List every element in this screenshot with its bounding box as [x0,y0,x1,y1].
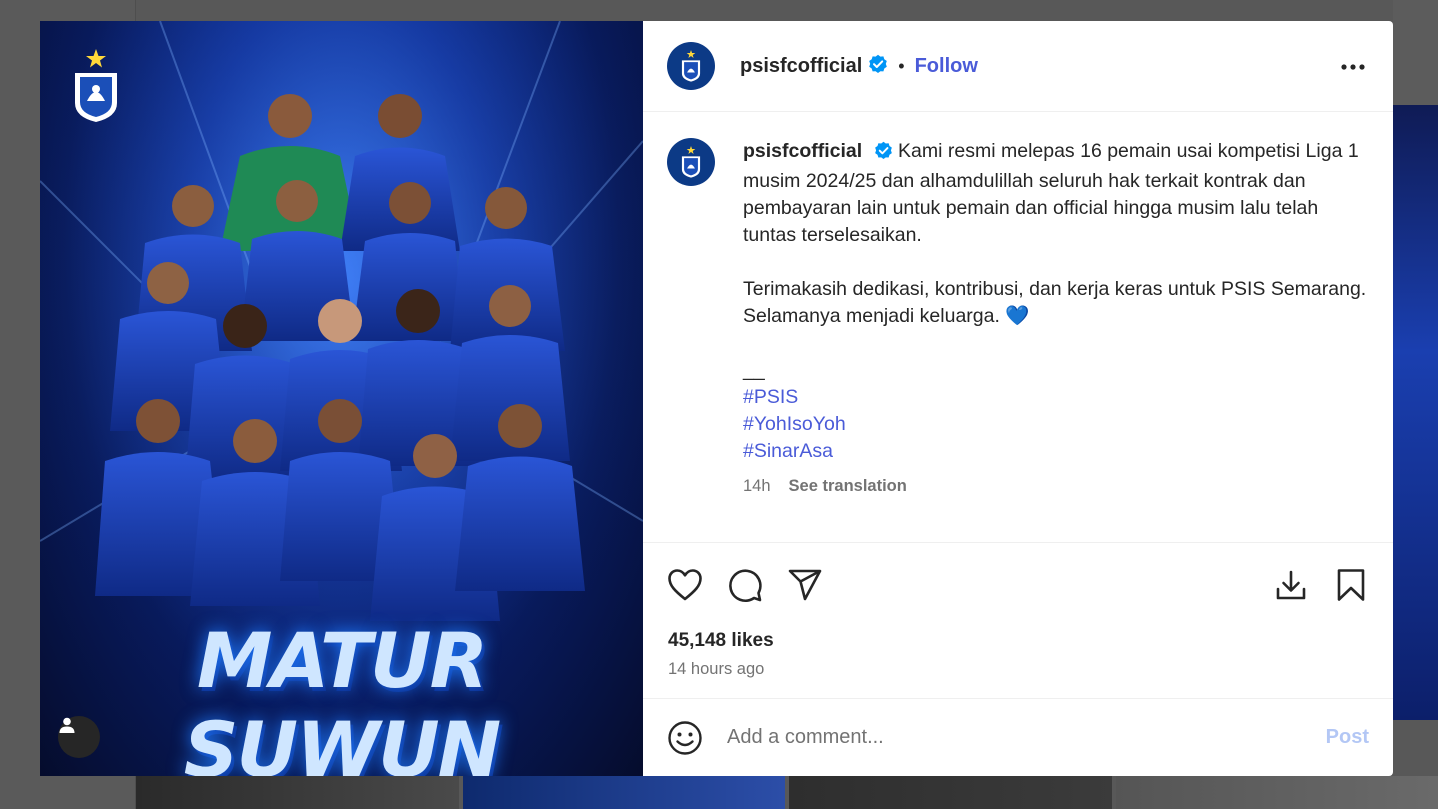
like-button[interactable] [665,565,705,605]
username-link[interactable]: psisfcofficial [740,55,862,78]
download-button[interactable] [1271,565,1311,605]
save-button[interactable] [1331,565,1371,605]
caption-time[interactable]: 14h [743,473,771,500]
hashtag-link[interactable]: #YohIsoYoh [743,411,1369,438]
heart-icon [668,568,702,600]
poster-title: MATUR SUWUN [183,616,502,776]
caption-separator: __ [743,359,765,381]
post-image[interactable]: MATUR SUWUN [40,21,643,776]
comment-button[interactable] [725,565,765,605]
grid-tile[interactable] [462,776,785,809]
download-icon [1276,570,1306,599]
post-header: psisfcofficial • Follow [643,21,1393,112]
background-grid [136,776,1438,809]
comment-input[interactable] [727,726,1326,749]
share-icon [788,569,822,600]
user-tag-button[interactable] [58,716,100,758]
follow-button[interactable]: Follow [915,55,978,78]
grid-tile[interactable] [1115,776,1438,809]
bookmark-icon [1337,568,1365,601]
comment-icon [729,568,762,602]
post-comment-button[interactable]: Post [1326,726,1369,749]
comment-bar: Post [643,698,1393,776]
post-timestamp[interactable]: 14 hours ago [643,656,1393,683]
post-modal: MATUR SUWUN psisfcofficial • Follow psis… [40,21,1393,776]
user-tag-icon [59,717,75,733]
club-crest-icon [681,146,701,178]
emoji-icon [668,720,702,755]
post-details-panel: psisfcofficial • Follow psisfcofficial K… [643,21,1393,776]
club-crest-icon [681,50,701,82]
share-button[interactable] [785,565,825,605]
caption-text: psisfcofficial Kami resmi melepas 16 pem… [743,138,1369,542]
action-bar [643,542,1393,626]
see-translation-button[interactable]: See translation [789,473,907,500]
verified-badge-icon [874,141,893,168]
next-post-preview[interactable] [1393,105,1438,720]
background-area [1393,0,1438,105]
grid-tile[interactable] [136,776,459,809]
caption-section: psisfcofficial Kami resmi melepas 16 pem… [643,112,1393,542]
caption-meta: 14h See translation [743,473,1369,500]
grid-tile[interactable] [789,776,1112,809]
more-options-button[interactable] [1337,53,1369,79]
caption-paragraph-2: Terimakasih dedikasi, kontribusi, dan ke… [743,278,1367,327]
avatar[interactable] [667,42,715,90]
likes-count[interactable]: 45,148 likes [643,626,1393,656]
caption-avatar[interactable] [667,138,715,186]
verified-badge-icon [868,54,888,79]
more-options-icon [1341,64,1365,70]
emoji-button[interactable] [667,720,703,756]
hashtag-link[interactable]: #PSIS [743,384,1369,411]
separator-dot: • [898,55,905,76]
caption-username[interactable]: psisfcofficial [743,140,862,162]
caption-paragraph: psisfcofficial Kami resmi melepas 16 pem… [743,138,1369,249]
hashtag-link[interactable]: #SinarAsa [743,438,1369,465]
